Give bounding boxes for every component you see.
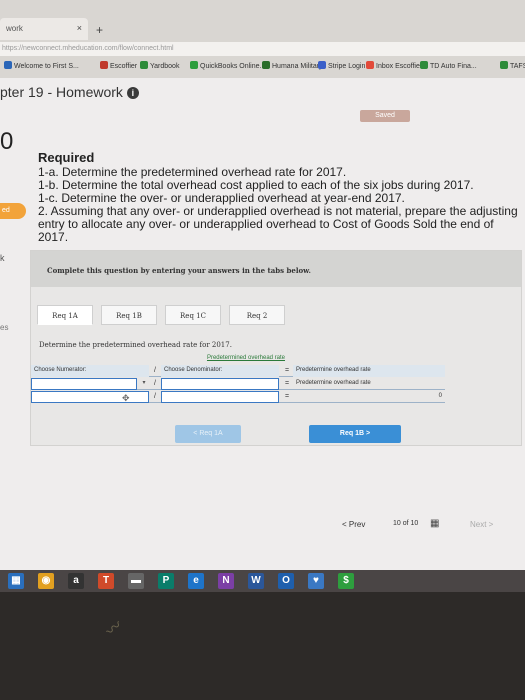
outlook-icon[interactable]: O bbox=[278, 573, 294, 589]
browser-tab[interactable]: work × bbox=[0, 18, 88, 40]
result-value: 0 bbox=[438, 393, 442, 399]
tab-req-1a[interactable]: Req 1A bbox=[37, 305, 93, 325]
bookmark-favicon-icon bbox=[190, 61, 198, 69]
edge-icon[interactable]: e bbox=[188, 573, 204, 589]
page-title-text: pter 19 - Homework bbox=[0, 84, 123, 100]
equals-sign: = bbox=[284, 380, 290, 387]
table-title: Predetermined overhead rate bbox=[206, 355, 286, 361]
required-item-2: 2. Assuming that any over- or underappli… bbox=[38, 204, 518, 244]
bookmark-item[interactable]: QuickBooks Online... bbox=[190, 61, 265, 70]
bookmark-label: TD Auto Fina... bbox=[430, 63, 477, 70]
denominator-select[interactable] bbox=[161, 378, 279, 390]
bookmark-favicon-icon bbox=[318, 61, 326, 69]
bookmark-item[interactable]: Stripe Login bbox=[318, 61, 365, 70]
numerator-value-input[interactable]: ✥ bbox=[31, 391, 149, 403]
overhead-rate-table: Predetermined overhead rate Choose Numer… bbox=[31, 355, 445, 405]
info-icon[interactable]: i bbox=[126, 87, 139, 99]
monitor-bezel bbox=[0, 592, 525, 700]
bookmark-label: Humana Military bbox=[272, 63, 323, 70]
bookmark-item[interactable]: Escoffier bbox=[100, 61, 137, 70]
bookmark-item[interactable]: Welcome to First S... bbox=[4, 61, 79, 70]
bookmark-label: TAFS bbox=[510, 63, 525, 70]
t-app-icon[interactable]: T bbox=[98, 573, 114, 589]
page-title: pter 19 - Homework i bbox=[0, 84, 139, 100]
publisher-icon[interactable]: P bbox=[158, 573, 174, 589]
denominator-header: Choose Denominator: bbox=[161, 365, 279, 377]
divide-sign: / bbox=[154, 367, 156, 374]
bookmark-favicon-icon bbox=[140, 61, 148, 69]
bookmark-favicon-icon bbox=[366, 61, 374, 69]
result-header: Predetermine overhead rate bbox=[293, 365, 445, 377]
money-icon[interactable]: $ bbox=[338, 573, 354, 589]
bookmark-label: Stripe Login bbox=[328, 63, 366, 70]
bookmark-label: Welcome to First S... bbox=[14, 63, 79, 70]
equals-sign: = bbox=[284, 393, 290, 400]
bookmark-favicon-icon bbox=[262, 61, 270, 69]
bookmarks-bar: Welcome to First S... Escoffier Yardbook Qu… bbox=[0, 58, 525, 76]
page-content: pter 19 - Homework i Saved 0 ed k es Req… bbox=[0, 78, 525, 570]
tab-strip: work × + bbox=[0, 18, 525, 40]
bookmark-favicon-icon bbox=[100, 61, 108, 69]
numerator-header: Choose Numerator: bbox=[31, 365, 149, 377]
result-label: Predetermine overhead rate bbox=[296, 380, 371, 386]
browser-tab-label: work bbox=[6, 24, 23, 33]
question-counter: 10 of 10 bbox=[393, 520, 419, 527]
bookmark-item[interactable]: TAFS bbox=[500, 61, 525, 70]
bookmark-label: Yardbook bbox=[150, 63, 180, 70]
bookmark-favicon-icon bbox=[420, 61, 428, 69]
move-cursor-icon: ✥ bbox=[122, 393, 130, 403]
app-icon[interactable]: ▬ bbox=[128, 573, 144, 589]
tab-instruction: Determine the predetermined overhead rat… bbox=[39, 341, 232, 349]
tab-req-1c[interactable]: Req 1C bbox=[165, 305, 221, 325]
panel-header: Complete this question by entering your … bbox=[31, 251, 521, 287]
taskbar: ▦ ◉ a T ▬ Pe N W O ♥ $ bbox=[0, 570, 525, 592]
tab-req-2[interactable]: Req 2 bbox=[229, 305, 285, 325]
security-icon[interactable]: ♥ bbox=[308, 573, 324, 589]
start-icon[interactable]: ▦ bbox=[8, 573, 24, 589]
close-icon[interactable]: × bbox=[77, 23, 82, 33]
browser-chrome: work × + https://newconnect.mheducation.… bbox=[0, 0, 525, 78]
amazon-icon[interactable]: a bbox=[68, 573, 84, 589]
bookmark-favicon-icon bbox=[500, 61, 508, 69]
saved-badge: Saved bbox=[360, 110, 410, 122]
chrome-icon[interactable]: ◉ bbox=[38, 573, 54, 589]
new-tab-button[interactable]: + bbox=[96, 23, 103, 37]
prev-req-button[interactable]: < Req 1A bbox=[175, 425, 241, 443]
divide-sign: / bbox=[154, 393, 156, 400]
bookmark-item[interactable]: Yardbook bbox=[140, 61, 179, 70]
bookmark-label: QuickBooks Online... bbox=[200, 63, 266, 70]
side-text-k: k bbox=[0, 253, 5, 263]
bookmark-label: Escoffier bbox=[110, 63, 138, 70]
tab-req-1b[interactable]: Req 1B bbox=[101, 305, 157, 325]
numerator-select[interactable] bbox=[31, 378, 137, 390]
equals-sign: = bbox=[284, 367, 290, 374]
word-icon[interactable]: W bbox=[248, 573, 264, 589]
onenote-icon[interactable]: N bbox=[218, 573, 234, 589]
required-heading: Required bbox=[38, 150, 95, 165]
question-number: 0 bbox=[0, 128, 14, 155]
next-req-button[interactable]: Req 1B > bbox=[309, 425, 401, 443]
bookmark-item[interactable]: Inbox Escoffier bbox=[366, 61, 422, 70]
side-badge: ed bbox=[0, 203, 26, 219]
prev-question-link[interactable]: < Prev bbox=[342, 520, 365, 529]
bookmark-label: Inbox Escoffier bbox=[376, 63, 423, 70]
table-row: ▾ / = Predetermine overhead rate bbox=[31, 378, 445, 390]
table-row: ✥ / = 0 bbox=[31, 391, 445, 403]
bookmark-item[interactable]: TD Auto Fina... bbox=[420, 61, 477, 70]
bookmark-favicon-icon bbox=[4, 61, 12, 69]
table-header-row: Choose Numerator: / Choose Denominator: … bbox=[31, 365, 445, 377]
grid-icon[interactable]: ▦ bbox=[430, 518, 439, 529]
bookmark-item[interactable]: Humana Military bbox=[262, 61, 323, 70]
denominator-value-input[interactable] bbox=[161, 391, 279, 403]
required-section: Required 1-a. Determine the predetermine… bbox=[38, 150, 522, 244]
next-question-link[interactable]: Next > bbox=[470, 520, 493, 529]
divide-sign: / bbox=[154, 380, 156, 387]
question-panel: Complete this question by entering your … bbox=[30, 250, 522, 446]
side-text-es: es bbox=[0, 323, 9, 332]
address-bar[interactable]: https://newconnect.mheducation.com/flow/… bbox=[0, 42, 525, 56]
